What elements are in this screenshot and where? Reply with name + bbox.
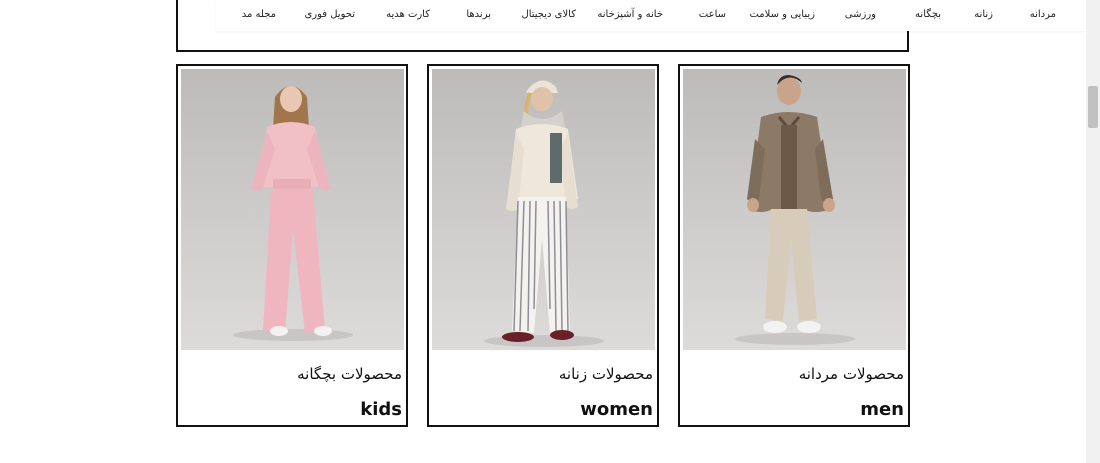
page: مردانه زنانه بچگانه ورزشی زیبایی و سلامت…	[0, 0, 1100, 463]
nav-item-kids[interactable]: بچگانه	[915, 9, 941, 20]
nav-item-sport[interactable]: ورزشی	[845, 9, 876, 20]
kids-model-photo	[181, 69, 404, 350]
women-model-photo	[432, 69, 655, 350]
nav-item-watch[interactable]: ساعت	[699, 9, 726, 20]
nav-item-digital[interactable]: کالای دیجیتال	[521, 9, 576, 20]
category-card-women[interactable]: محصولات زنانه women	[427, 64, 659, 427]
category-card-men[interactable]: محصولات مردانه men	[678, 64, 910, 427]
card-title-fa: محصولات زنانه	[558, 365, 653, 383]
nav-item-home-kitchen[interactable]: خانه و آشپزخانه	[597, 9, 663, 20]
nav-item-instant-delivery[interactable]: تحویل فوری	[304, 9, 355, 20]
nav-item-men[interactable]: مردانه	[1030, 9, 1056, 20]
nav-item-fashion-mag[interactable]: مجله مد	[242, 9, 276, 20]
card-title-fa: محصولات بچگانه	[297, 365, 402, 383]
nav-item-beauty[interactable]: زیبایی و سلامت	[749, 9, 815, 20]
scrollbar-thumb[interactable]	[1088, 86, 1098, 128]
men-model-photo	[683, 69, 906, 350]
card-title-en: women	[580, 399, 653, 420]
card-title-en: men	[860, 399, 904, 420]
nav-item-women[interactable]: زنانه	[974, 9, 993, 20]
nav-item-brands[interactable]: برندها	[466, 9, 491, 20]
category-navbar: مردانه زنانه بچگانه ورزشی زیبایی و سلامت…	[216, 0, 1086, 31]
nav-item-gift-card[interactable]: کارت هدیه	[386, 9, 430, 20]
category-card-kids[interactable]: محصولات بچگانه kids	[176, 64, 408, 427]
card-title-fa: محصولات مردانه	[798, 365, 904, 383]
page-scrollbar[interactable]	[1086, 0, 1100, 463]
card-title-en: kids	[360, 399, 402, 420]
